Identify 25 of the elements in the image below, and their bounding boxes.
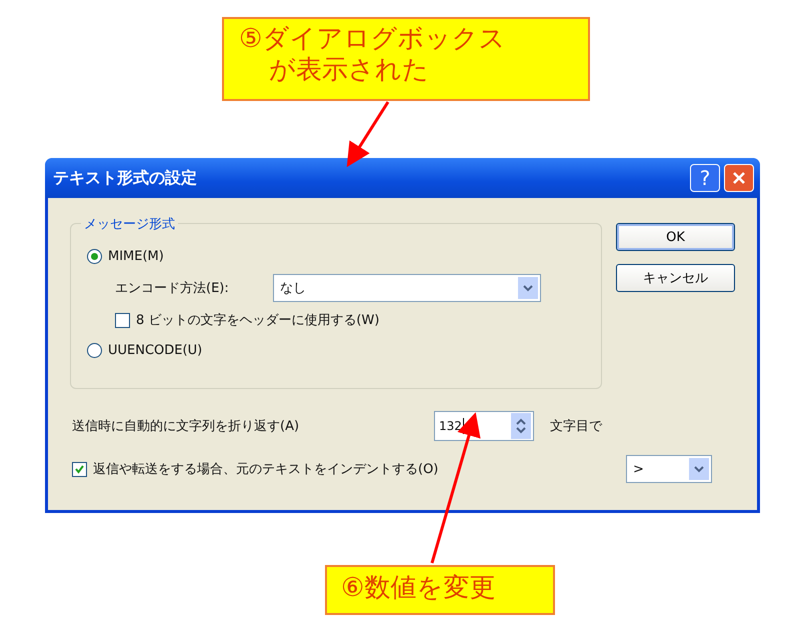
group-title: メッセージ形式: [81, 215, 178, 233]
radio-label: MIME(M): [108, 248, 164, 264]
number-field[interactable]: 132: [434, 411, 534, 441]
close-button[interactable]: [724, 164, 754, 192]
radio-button[interactable]: [87, 342, 102, 358]
spinner-arrows-icon[interactable]: [511, 413, 531, 439]
callout-label: ⑤ダイアログボックス が表示された: [222, 17, 590, 101]
window-title: テキスト形式の設定: [53, 168, 198, 188]
help-button[interactable]: ?: [690, 164, 720, 192]
encoding-dropdown[interactable]: なし: [273, 274, 541, 302]
callout-arrow: [346, 101, 390, 168]
indent-label: 返信や転送をする場合、元のテキストをインデントする(O): [93, 461, 438, 478]
dialog-button[interactable]: OK: [616, 223, 735, 251]
checkbox[interactable]: [72, 462, 87, 476]
wrap-label: 送信時に自動的に文字列を折り返す(A): [71, 418, 300, 435]
callout-label: ⑥数値を変更: [325, 565, 555, 615]
indent-dropdown[interactable]: >: [626, 455, 712, 483]
close-icon[interactable]: [732, 171, 746, 185]
radio-button[interactable]: [87, 248, 102, 264]
dialog-button[interactable]: キャンセル: [616, 264, 735, 292]
checkbox-label: 8 ビットの文字をヘッダーに使用する(W): [136, 312, 380, 329]
encoding-label: エンコード方法(E):: [115, 280, 230, 297]
checkbox[interactable]: [115, 312, 130, 328]
radio-label: UUENCODE(U): [108, 342, 202, 358]
unit-label: 文字目で: [550, 418, 602, 435]
